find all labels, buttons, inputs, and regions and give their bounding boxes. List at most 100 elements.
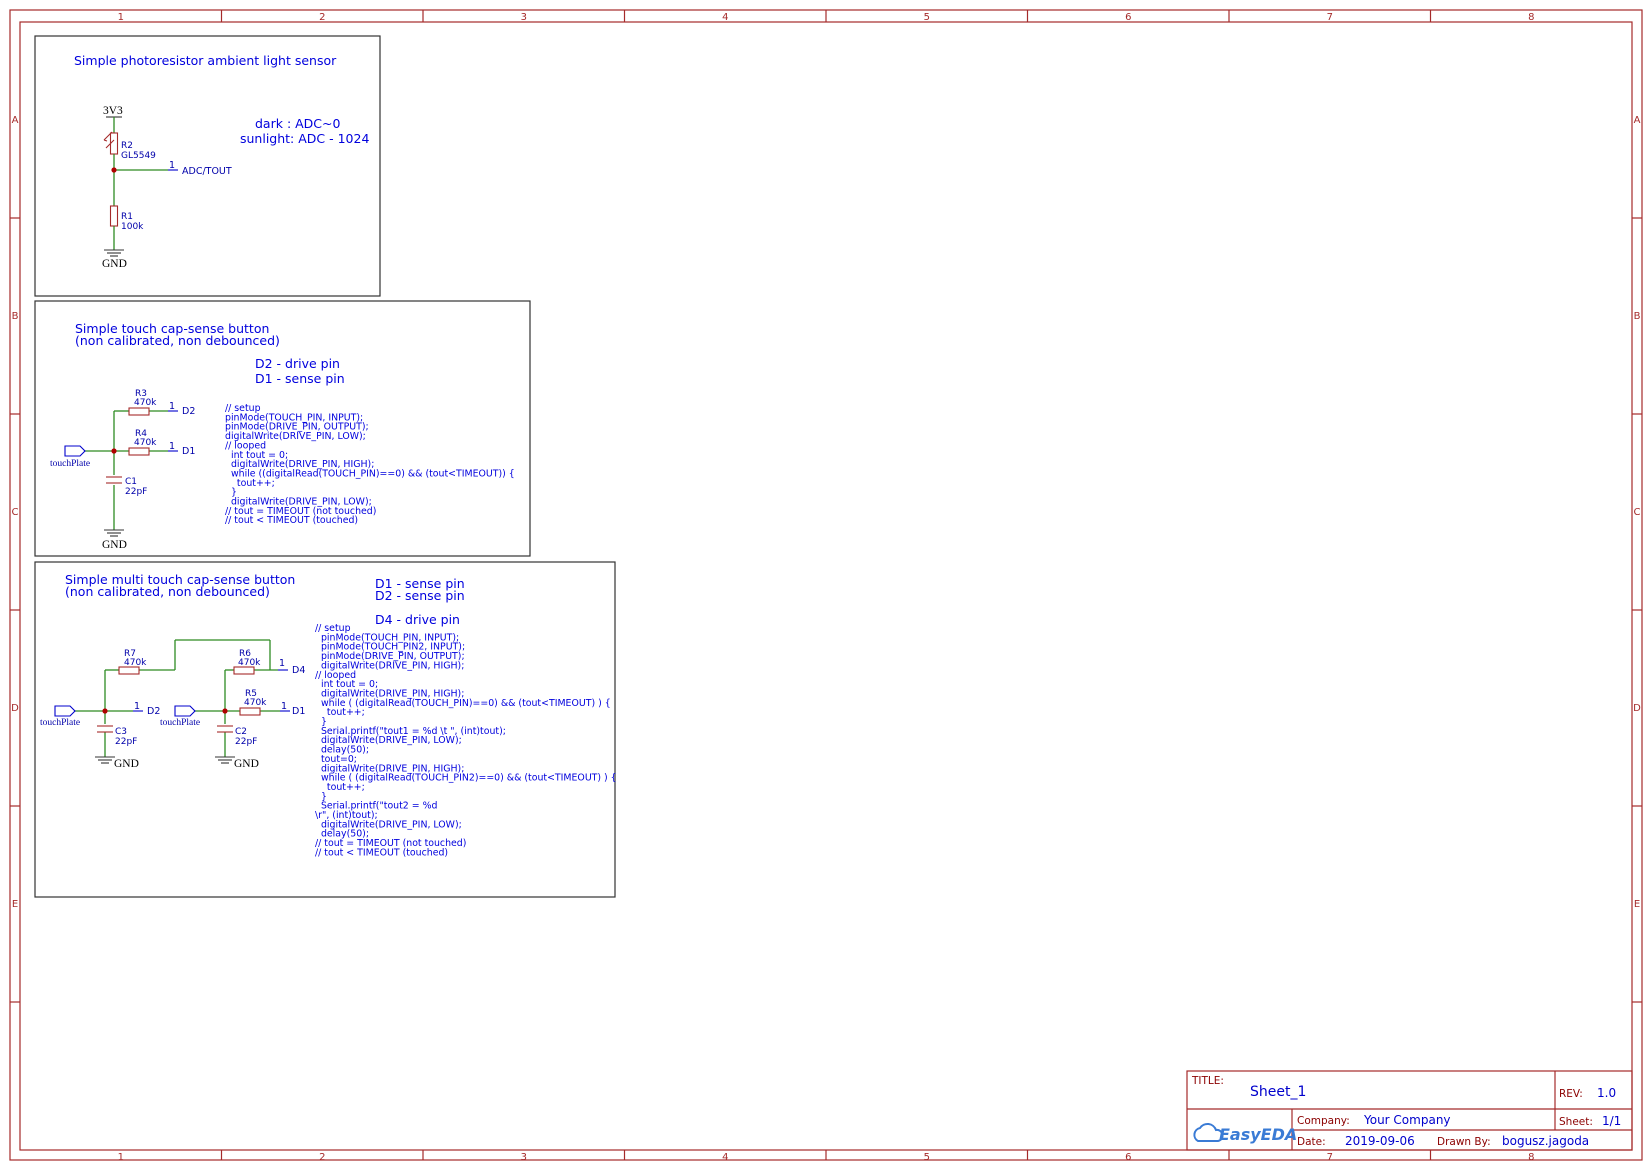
sheet-title: Sheet_1	[1250, 1084, 1306, 1100]
ground-symbol	[104, 529, 124, 537]
r7-value: 470k	[124, 658, 147, 668]
logo-text: EasyEDA	[1219, 1125, 1297, 1144]
block-title: (non calibrated, non debounced)	[75, 333, 280, 348]
pin-d2: D2	[147, 706, 160, 717]
pin-d1: D1	[292, 706, 305, 717]
capacitor-c3	[97, 725, 113, 733]
port-label: touchPlate	[50, 459, 90, 469]
ruler-column-label: 5	[924, 12, 930, 23]
r1-ref: R1	[121, 212, 133, 222]
drawn-by-label: Drawn By:	[1437, 1136, 1491, 1148]
touchplate-port	[64, 445, 86, 457]
drawn-by-value: bogusz.jagoda	[1502, 1134, 1589, 1148]
port-label: touchPlate	[40, 718, 80, 728]
date-value: 2019-09-06	[1345, 1134, 1415, 1148]
ruler-column-label: 1	[118, 12, 124, 23]
ruler-column-label: 8	[1528, 1152, 1534, 1163]
pin-number: 1	[169, 401, 175, 412]
ground-label: GND	[102, 539, 127, 551]
ruler-column-label: 8	[1528, 12, 1534, 23]
ruler-row-label: B	[12, 311, 19, 322]
resistor-r5	[239, 707, 261, 716]
ruler-column-label: 2	[319, 1152, 325, 1163]
resistor-r6	[233, 666, 255, 675]
r1-value: 100k	[121, 222, 144, 232]
ruler-column-label: 6	[1125, 12, 1131, 23]
ground-label: GND	[102, 258, 127, 270]
resistor-r4	[128, 447, 150, 456]
block-note-line: D4 - drive pin	[375, 612, 460, 627]
pin-d1: D1	[182, 446, 195, 457]
resistor-r3	[128, 407, 150, 416]
ruler-column-label: 3	[521, 12, 527, 23]
ruler-row-label: A	[12, 115, 19, 126]
junction	[222, 708, 228, 714]
code-listing: // setup pinMode(TOUCH_PIN, INPUT); pinM…	[315, 623, 617, 858]
ruler-row-label: A	[1634, 115, 1641, 126]
date-label: Date:	[1297, 1136, 1326, 1148]
company-label: Company:	[1297, 1115, 1350, 1127]
touchplate-port	[54, 705, 76, 717]
ruler-column-label: 4	[722, 12, 728, 23]
code-line: // tout < TIMEOUT (touched)	[315, 847, 448, 858]
capacitor-c2	[217, 725, 233, 733]
ruler-row-label: D	[1633, 703, 1641, 714]
code-listing: // setuppinMode(TOUCH_PIN, INPUT);pinMod…	[225, 403, 515, 526]
ground-label: GND	[114, 758, 139, 770]
pin-d4: D4	[292, 665, 305, 676]
ruler-row-label: E	[12, 899, 18, 910]
photoresistor-symbol	[103, 131, 119, 155]
ruler-column-label: 7	[1327, 1152, 1333, 1163]
block-note-line: D2 - drive pin	[255, 356, 340, 371]
resistor-r1	[109, 205, 119, 227]
r4-value: 470k	[134, 438, 157, 448]
port-label: touchPlate	[160, 718, 200, 728]
ruler-column-label: 6	[1125, 1152, 1131, 1163]
block-note-line: D1 - sense pin	[255, 371, 345, 386]
c2-value: 22pF	[235, 737, 257, 747]
c1-value: 22pF	[125, 487, 147, 497]
rev-value: 1.0	[1597, 1086, 1616, 1100]
easyeda-logo: EasyEDA	[1193, 1123, 1297, 1144]
block-note-line: dark : ADC~0	[255, 116, 341, 131]
pin-d2: D2	[182, 406, 195, 417]
touch-button-block: Simple touch cap-sense button (non calib…	[34, 300, 531, 557]
r2-value: GL5549	[121, 151, 156, 161]
sheet-value: 1/1	[1602, 1114, 1621, 1128]
junction	[102, 708, 108, 714]
r3-value: 470k	[134, 398, 157, 408]
ground-label: GND	[234, 758, 259, 770]
c3-value: 22pF	[115, 737, 137, 747]
title-block: TITLE: Sheet_1 REV: 1.0 Company: Your Co…	[1186, 1070, 1633, 1151]
photoresistor-block: Simple photoresistor ambient light senso…	[34, 35, 381, 297]
r2-ref: R2	[121, 141, 133, 151]
touchplate-port	[174, 705, 196, 717]
c3-ref: C3	[115, 727, 127, 737]
ruler-column-label: 7	[1327, 12, 1333, 23]
junction	[111, 167, 117, 173]
ruler-row-label: E	[1634, 899, 1640, 910]
ruler-column-label: 5	[924, 1152, 930, 1163]
company-value: Your Company	[1363, 1113, 1451, 1127]
pin-name: ADC/TOUT	[182, 166, 232, 177]
ground-symbol	[215, 756, 235, 764]
pin-number: 1	[169, 160, 175, 171]
ruler-column-label: 4	[722, 1152, 728, 1163]
ruler-column-label: 2	[319, 12, 325, 23]
block-note-line: sunlight: ADC - 1024	[240, 131, 369, 146]
ruler-column-label: 1	[118, 1152, 124, 1163]
pin-number: 1	[134, 701, 140, 712]
pin-number: 1	[281, 701, 287, 712]
sheet-label: Sheet:	[1559, 1116, 1593, 1128]
multi-touch-block: Simple multi touch cap-sense button (non…	[34, 561, 617, 898]
block-title: Simple photoresistor ambient light senso…	[74, 53, 337, 68]
ruler-column-label: 3	[521, 1152, 527, 1163]
schematic-sheet: 1 1 2 2 3 3 4 4 5 5 6 6 7 7 8 8 A A B B C C D D E E Simple photor…	[9, 9, 1643, 1163]
ruler-row-label: B	[1634, 311, 1641, 322]
r6-value: 470k	[238, 658, 261, 668]
ground-symbol	[104, 249, 124, 257]
ruler-row-label: C	[12, 507, 19, 518]
code-line: // tout < TIMEOUT (touched)	[225, 515, 358, 526]
c2-ref: C2	[235, 727, 247, 737]
title-label: TITLE:	[1191, 1075, 1224, 1087]
